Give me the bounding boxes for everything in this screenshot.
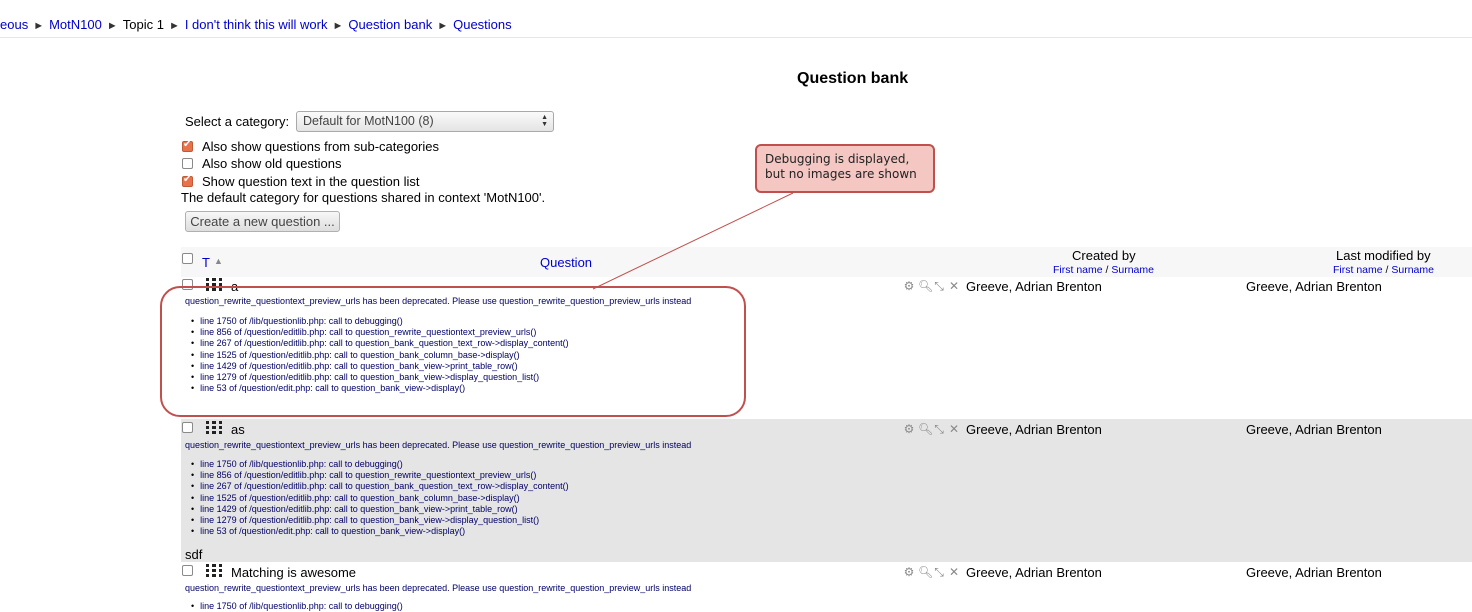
annotation-highlight <box>160 286 746 417</box>
callout-line-1: Debugging is displayed, <box>765 152 910 166</box>
annotation-callout: Debugging is displayed, but no images ar… <box>755 144 935 193</box>
callout-line-2: but no images are shown <box>765 167 917 181</box>
